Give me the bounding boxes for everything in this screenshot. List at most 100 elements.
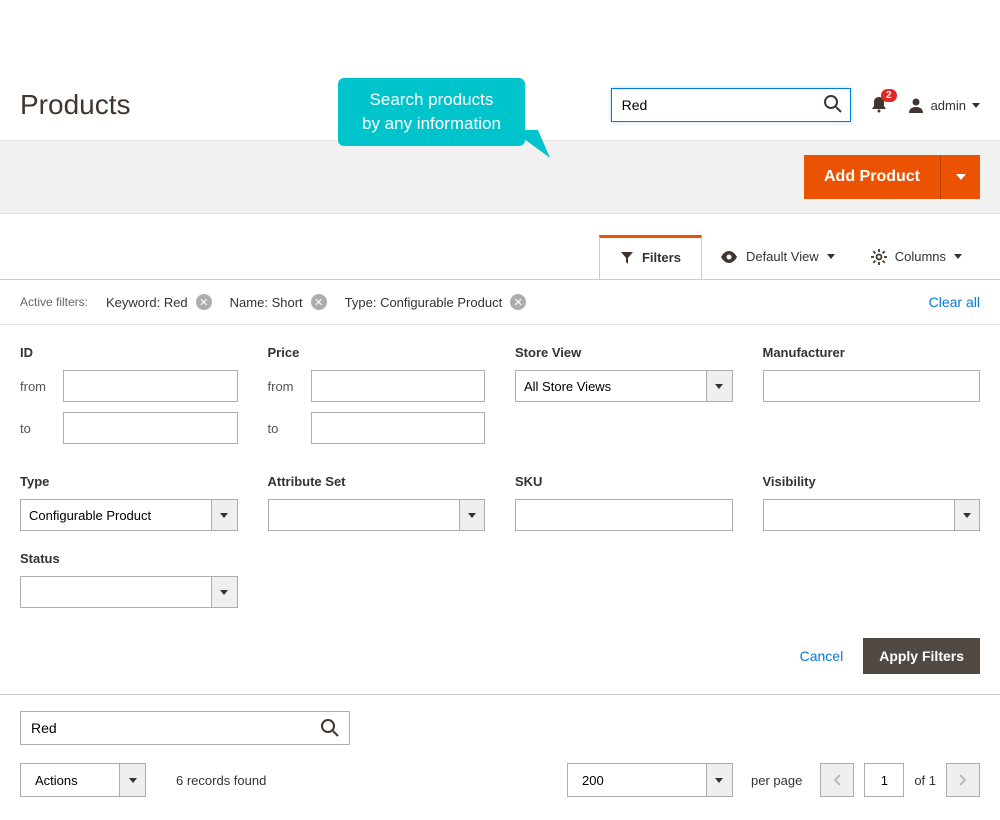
filter-id-group: ID from to bbox=[20, 345, 238, 454]
callout-line2: by any information bbox=[362, 112, 501, 136]
page-size-toggle[interactable] bbox=[707, 763, 733, 797]
filter-form-actions: Cancel Apply Filters bbox=[0, 628, 1000, 695]
attribute-set-toggle[interactable] bbox=[459, 499, 485, 531]
chevron-left-icon bbox=[833, 774, 841, 786]
add-product-button[interactable]: Add Product bbox=[804, 155, 940, 199]
id-from-input[interactable] bbox=[63, 370, 237, 402]
filters-tab[interactable]: Filters bbox=[599, 235, 702, 280]
action-toolbar: Add Product bbox=[0, 140, 1000, 214]
keyword-search-button[interactable] bbox=[320, 718, 340, 738]
mass-actions-toggle[interactable] bbox=[120, 763, 146, 797]
filter-visibility-group: Visibility bbox=[763, 474, 981, 531]
remove-chip-button[interactable]: ✕ bbox=[510, 294, 526, 310]
callout-line1: Search products bbox=[362, 88, 501, 112]
sku-input[interactable] bbox=[515, 499, 733, 531]
add-product-split-button: Add Product bbox=[804, 155, 980, 199]
chip-text: Keyword: Red bbox=[106, 295, 188, 310]
columns-label: Columns bbox=[895, 249, 946, 264]
chevron-down-icon bbox=[715, 778, 723, 783]
chip-text: Name: Short bbox=[230, 295, 303, 310]
grid-controls: Actions 6 records found 200 per page of … bbox=[0, 695, 1000, 813]
filter-form: ID from to Price from to Store View Manu… bbox=[0, 325, 1000, 628]
from-sublabel: from bbox=[268, 379, 299, 394]
filter-store-view-label: Store View bbox=[515, 345, 733, 360]
notifications-button[interactable]: 2 bbox=[869, 95, 889, 115]
filter-status-label: Status bbox=[20, 551, 238, 566]
chevron-right-icon bbox=[959, 774, 967, 786]
chevron-down-icon bbox=[963, 513, 971, 518]
visibility-toggle[interactable] bbox=[954, 499, 980, 531]
notification-count-badge: 2 bbox=[881, 89, 897, 102]
attribute-set-select[interactable] bbox=[268, 499, 459, 531]
records-found-label: 6 records found bbox=[176, 773, 266, 788]
status-toggle[interactable] bbox=[211, 576, 237, 608]
chevron-down-icon bbox=[972, 103, 980, 108]
active-filters-label: Active filters: bbox=[20, 295, 88, 309]
of-pages-label: of 1 bbox=[914, 773, 936, 788]
filter-type-group: Type bbox=[20, 474, 238, 531]
cancel-link[interactable]: Cancel bbox=[800, 648, 844, 664]
chevron-down-icon bbox=[715, 384, 723, 389]
active-filters-bar: Active filters: Keyword: Red ✕ Name: Sho… bbox=[0, 279, 1000, 325]
from-sublabel: from bbox=[20, 379, 51, 394]
type-select[interactable] bbox=[20, 499, 211, 531]
remove-chip-button[interactable]: ✕ bbox=[196, 294, 212, 310]
visibility-select[interactable] bbox=[763, 499, 954, 531]
price-from-input[interactable] bbox=[311, 370, 485, 402]
filter-chip-keyword: Keyword: Red ✕ bbox=[106, 294, 212, 310]
chip-text: Type: Configurable Product bbox=[345, 295, 503, 310]
page-size-button[interactable]: 200 bbox=[567, 763, 707, 797]
global-search-button[interactable] bbox=[823, 94, 843, 114]
store-view-toggle[interactable] bbox=[706, 370, 732, 402]
mass-actions-dropdown: Actions bbox=[20, 763, 146, 797]
global-search-input[interactable] bbox=[611, 88, 851, 122]
apply-filters-button[interactable]: Apply Filters bbox=[863, 638, 980, 674]
search-icon bbox=[320, 718, 340, 738]
keyword-search-input[interactable] bbox=[20, 711, 350, 745]
mass-actions-button[interactable]: Actions bbox=[20, 763, 120, 797]
funnel-icon bbox=[620, 251, 634, 265]
filter-chip-name: Name: Short ✕ bbox=[230, 294, 327, 310]
current-page-input[interactable] bbox=[864, 763, 904, 797]
add-product-dropdown-toggle[interactable] bbox=[940, 155, 980, 199]
columns-button[interactable]: Columns bbox=[853, 234, 980, 279]
chevron-down-icon bbox=[954, 254, 962, 259]
filter-manufacturer-group: Manufacturer bbox=[763, 345, 981, 454]
next-page-button[interactable] bbox=[946, 763, 980, 797]
chevron-down-icon bbox=[956, 174, 966, 180]
page-size-dropdown: 200 bbox=[567, 763, 733, 797]
filter-sku-label: SKU bbox=[515, 474, 733, 489]
filter-attribute-set-label: Attribute Set bbox=[268, 474, 486, 489]
default-view-button[interactable]: Default View bbox=[702, 234, 853, 279]
grid-bottom-bar: Actions 6 records found 200 per page of … bbox=[20, 763, 980, 797]
store-view-select[interactable] bbox=[515, 370, 706, 402]
id-to-input[interactable] bbox=[63, 412, 237, 444]
filter-visibility-label: Visibility bbox=[763, 474, 981, 489]
chevron-down-icon bbox=[129, 778, 137, 783]
filter-chip-type: Type: Configurable Product ✕ bbox=[345, 294, 527, 310]
clear-all-filters-link[interactable]: Clear all bbox=[929, 294, 980, 310]
chevron-down-icon bbox=[220, 513, 228, 518]
page-title: Products bbox=[20, 89, 131, 121]
manufacturer-input[interactable] bbox=[763, 370, 981, 402]
global-search bbox=[611, 88, 851, 122]
filter-attribute-set-group: Attribute Set bbox=[268, 474, 486, 531]
keyword-search bbox=[20, 711, 350, 745]
chevron-down-icon bbox=[468, 513, 476, 518]
filter-type-label: Type bbox=[20, 474, 238, 489]
filter-price-label: Price bbox=[268, 345, 486, 360]
filter-manufacturer-label: Manufacturer bbox=[763, 345, 981, 360]
price-to-input[interactable] bbox=[311, 412, 485, 444]
prev-page-button[interactable] bbox=[820, 763, 854, 797]
per-page-label: per page bbox=[751, 773, 802, 788]
grid-view-controls: Filters Default View Columns bbox=[0, 214, 1000, 279]
type-toggle[interactable] bbox=[211, 499, 237, 531]
filters-label: Filters bbox=[642, 250, 681, 265]
tooltip-callout: Search products by any information bbox=[338, 78, 525, 146]
chevron-down-icon bbox=[220, 590, 228, 595]
user-name-label: admin bbox=[931, 98, 966, 113]
user-menu[interactable]: admin bbox=[907, 96, 980, 114]
filter-id-label: ID bbox=[20, 345, 238, 360]
remove-chip-button[interactable]: ✕ bbox=[311, 294, 327, 310]
status-select[interactable] bbox=[20, 576, 211, 608]
